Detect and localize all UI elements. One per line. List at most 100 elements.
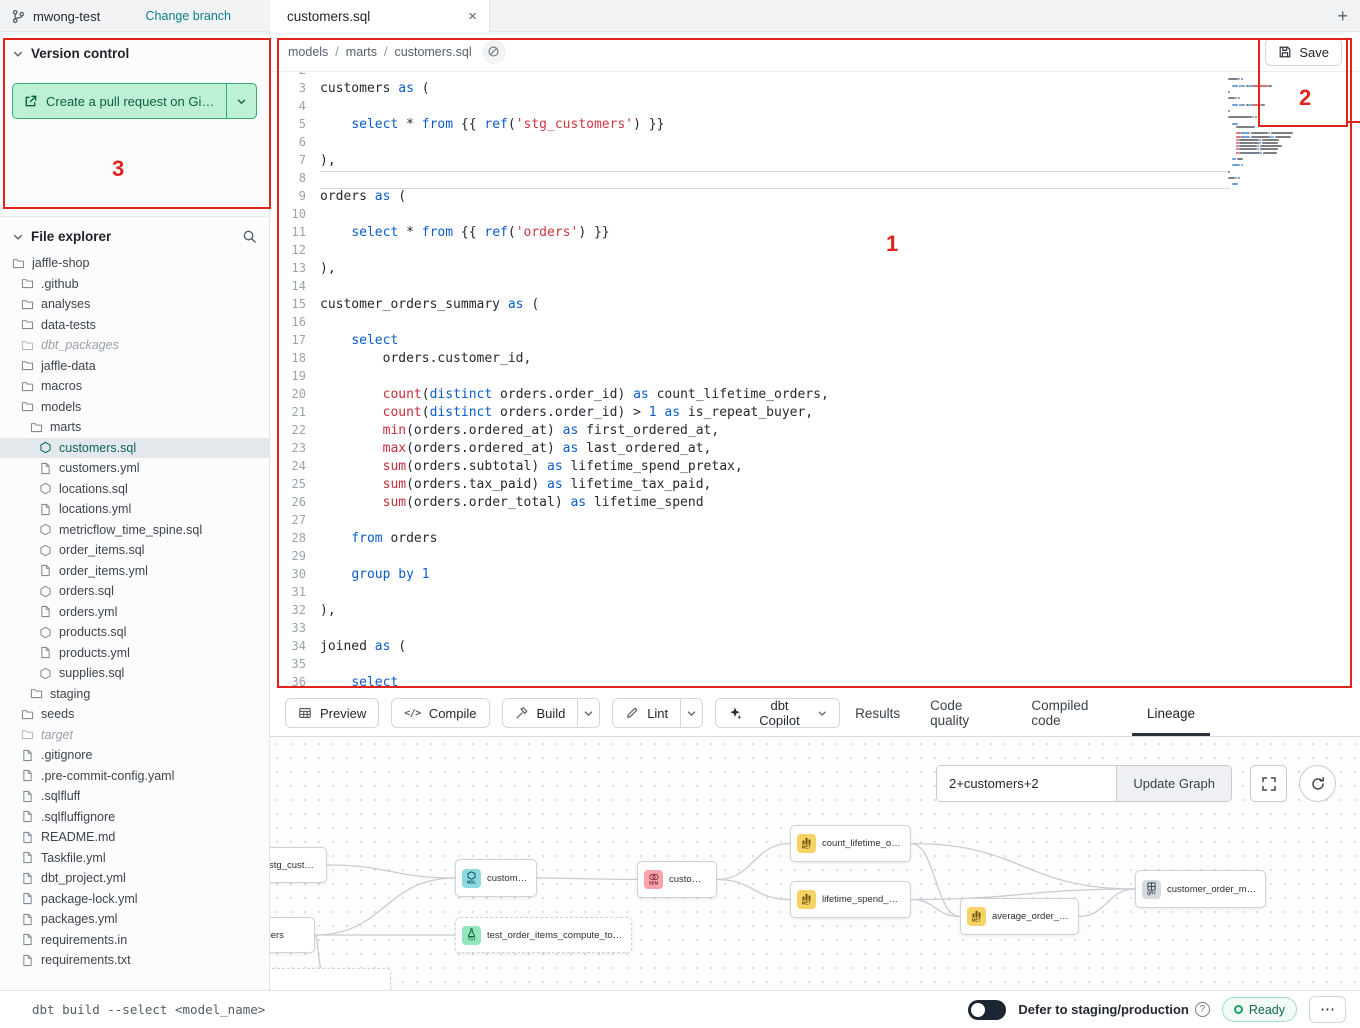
fullscreen-button[interactable] — [1250, 765, 1287, 802]
file-tree-item[interactable]: requirements.in — [0, 930, 269, 951]
lineage-node-lifetime_spend_pretax[interactable]: METlifetime_spend_pretax — [790, 881, 911, 918]
file-tree-item[interactable]: dbt_packages — [0, 335, 269, 356]
lineage-canvas[interactable]: MDLstg_customersMDLordersMDLcustomersSEM… — [270, 737, 1360, 990]
code-line-29[interactable] — [320, 549, 1360, 567]
code-line-9[interactable]: orders as ( — [320, 189, 1360, 207]
breadcrumb-marts[interactable]: marts — [346, 45, 377, 59]
save-button[interactable]: Save — [1265, 38, 1342, 66]
file-tree-item[interactable]: analyses — [0, 294, 269, 315]
file-tree-item[interactable]: package-lock.yml — [0, 889, 269, 910]
lineage-node-stg_customers[interactable]: MDLstg_customers — [270, 847, 327, 883]
file-tree-item[interactable]: customers.sql — [0, 438, 269, 459]
lineage-search-input[interactable] — [937, 766, 1116, 801]
code-line-30[interactable]: group by 1 — [320, 567, 1360, 585]
lineage-node-count_lifetime_orders[interactable]: METcount_lifetime_orders — [790, 825, 911, 862]
file-tree-item[interactable]: .pre-commit-config.yaml — [0, 766, 269, 787]
file-tree-item[interactable]: order_items.yml — [0, 561, 269, 582]
create-pr-main[interactable]: Create a pull request on Git… — [13, 84, 226, 118]
code-line-2[interactable] — [320, 72, 1360, 81]
tab-compiled-code[interactable]: Compiled code — [1016, 690, 1132, 736]
file-tree-item[interactable]: locations.yml — [0, 499, 269, 520]
build-button[interactable]: Build — [503, 699, 578, 727]
compile-button[interactable]: </> Compile — [391, 698, 489, 728]
code-line-34[interactable]: joined as ( — [320, 639, 1360, 657]
code-line-19[interactable] — [320, 369, 1360, 387]
version-control-header[interactable]: Version control — [12, 46, 257, 61]
file-tree-item[interactable]: products.yml — [0, 643, 269, 664]
lint-dropdown[interactable] — [680, 699, 702, 727]
code-line-26[interactable]: sum(orders.order_total) as lifetime_spen… — [320, 495, 1360, 513]
file-tree-item[interactable]: models — [0, 397, 269, 418]
code-line-33[interactable] — [320, 621, 1360, 639]
tab-results[interactable]: Results — [840, 690, 915, 736]
code-line-3[interactable]: customers as ( — [320, 81, 1360, 99]
lineage-node-customer_order_metrics[interactable]: QRYcustomer_order_metrics — [1135, 870, 1266, 908]
file-tree-item[interactable]: README.md — [0, 827, 269, 848]
build-dropdown[interactable] — [577, 699, 599, 727]
code-line-5[interactable]: select * from {{ ref('stg_customers') }} — [320, 117, 1360, 135]
more-options-button[interactable]: ⋯ — [1309, 996, 1346, 1023]
file-tree-item[interactable]: products.sql — [0, 622, 269, 643]
file-tree-item[interactable]: marts — [0, 417, 269, 438]
close-icon[interactable]: × — [468, 9, 477, 24]
code-line-8[interactable] — [320, 171, 1360, 189]
file-tree-item[interactable]: packages.yml — [0, 909, 269, 930]
defer-toggle[interactable] — [968, 1000, 1006, 1020]
code-line-16[interactable] — [320, 315, 1360, 333]
tab-code-quality[interactable]: Code quality — [915, 690, 1016, 736]
breadcrumb-file[interactable]: customers.sql — [395, 45, 472, 59]
code-line-20[interactable]: count(distinct orders.order_id) as count… — [320, 387, 1360, 405]
code-editor[interactable]: 2345678910111213141516171819202122232425… — [270, 72, 1360, 690]
lineage-node-partial[interactable] — [270, 968, 391, 990]
file-tree-item[interactable]: orders.sql — [0, 581, 269, 602]
code-line-23[interactable]: max(orders.ordered_at) as last_ordered_a… — [320, 441, 1360, 459]
file-tree-item[interactable]: Taskfile.yml — [0, 848, 269, 869]
file-tree-item[interactable]: target — [0, 725, 269, 746]
code-line-6[interactable] — [320, 135, 1360, 153]
preview-button[interactable]: Preview — [285, 698, 379, 728]
file-tree-item[interactable]: .sqlfluff — [0, 786, 269, 807]
file-explorer-header[interactable]: File explorer — [0, 229, 269, 244]
code-line-11[interactable]: select * from {{ ref('orders') }} — [320, 225, 1360, 243]
file-tree-item[interactable]: metricflow_time_spine.sql — [0, 520, 269, 541]
lineage-node-average_order_value[interactable]: METaverage_order_value — [960, 898, 1079, 935]
info-icon[interactable]: ? — [1195, 1002, 1210, 1017]
search-icon[interactable] — [242, 229, 257, 244]
code-line-25[interactable]: sum(orders.tax_paid) as lifetime_tax_pai… — [320, 477, 1360, 495]
code-line-31[interactable] — [320, 585, 1360, 603]
create-pr-button[interactable]: Create a pull request on Git… — [12, 83, 257, 119]
code-line-14[interactable] — [320, 279, 1360, 297]
lineage-node-customers[interactable]: MDLcustomers — [455, 859, 537, 897]
model-status-icon-button[interactable] — [482, 40, 506, 64]
refresh-button[interactable] — [1299, 765, 1336, 802]
file-tree-item[interactable]: macros — [0, 376, 269, 397]
file-tree-item[interactable]: supplies.sql — [0, 663, 269, 684]
code-line-32[interactable]: ), — [320, 603, 1360, 621]
tab-lineage[interactable]: Lineage — [1132, 690, 1210, 736]
file-tree-item[interactable]: orders.yml — [0, 602, 269, 623]
code-line-22[interactable]: min(orders.ordered_at) as first_ordered_… — [320, 423, 1360, 441]
file-tree-item[interactable]: customers.yml — [0, 458, 269, 479]
code-line-24[interactable]: sum(orders.subtotal) as lifetime_spend_p… — [320, 459, 1360, 477]
file-tree-item[interactable]: jaffle-data — [0, 356, 269, 377]
code-line-36[interactable]: select — [320, 675, 1360, 690]
file-tree-item[interactable]: staging — [0, 684, 269, 705]
file-tree-item[interactable]: dbt_project.yml — [0, 868, 269, 889]
file-tree-item[interactable]: .gitignore — [0, 745, 269, 766]
lint-button[interactable]: Lint — [613, 699, 680, 727]
file-tree-item[interactable]: data-tests — [0, 315, 269, 336]
code-line-7[interactable]: ), — [320, 153, 1360, 171]
minimap[interactable] — [1228, 75, 1324, 187]
file-tree-item[interactable]: jaffle-shop — [0, 253, 269, 274]
code-line-35[interactable] — [320, 657, 1360, 675]
new-tab-button[interactable]: + — [1337, 0, 1348, 32]
code-line-10[interactable] — [320, 207, 1360, 225]
code-line-12[interactable] — [320, 243, 1360, 261]
file-tree-item[interactable]: requirements.txt — [0, 950, 269, 971]
code-area[interactable]: customers as ( select * from {{ ref('stg… — [320, 72, 1360, 690]
file-tree-item[interactable]: .sqlfluffignore — [0, 807, 269, 828]
change-branch-link[interactable]: Change branch — [146, 9, 231, 23]
lineage-node-orders[interactable]: MDLorders — [270, 917, 315, 953]
update-graph-button[interactable]: Update Graph — [1116, 766, 1231, 801]
file-tree-item[interactable]: seeds — [0, 704, 269, 725]
